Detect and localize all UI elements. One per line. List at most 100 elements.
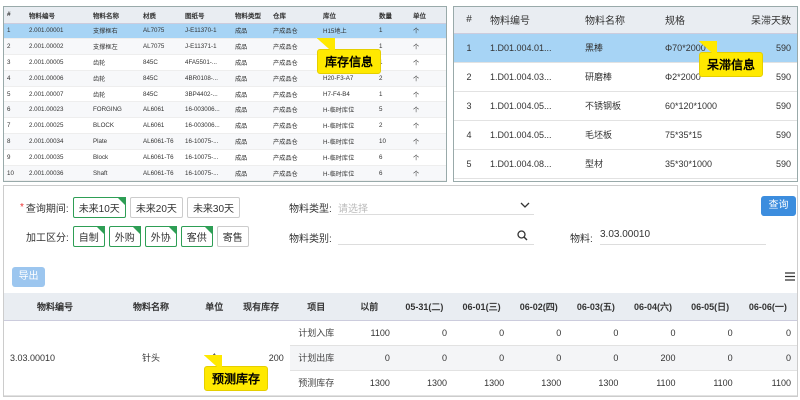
forecast-col-header: 物料名称 bbox=[106, 293, 196, 321]
inventory-cell: 1 bbox=[376, 54, 410, 71]
period-20-days[interactable]: 未来20天 bbox=[129, 197, 183, 218]
inventory-col-header: 仓库 bbox=[270, 7, 320, 24]
stagnant-header-row: # 物料编号 物料名称 规格 呆滞天数 bbox=[454, 7, 797, 34]
inventory-cell: 2.001.00023 bbox=[26, 101, 90, 119]
inventory-cell: 个 bbox=[410, 70, 446, 87]
process-purchased[interactable]: 外购 bbox=[108, 226, 141, 247]
inventory-cell: 3 bbox=[4, 54, 26, 71]
inventory-cell: 16-003006... bbox=[182, 101, 232, 119]
stagnant-cell: 1.D01.004.11... bbox=[484, 178, 579, 181]
inventory-row[interactable]: 1 2.001.00001 支撑框右 AL7075 J-E11370-1 成品 产成品仓 H1… bbox=[4, 23, 446, 40]
inventory-cell: J-E11371-1 bbox=[182, 38, 232, 56]
stagnant-cell: 75*35*15 bbox=[659, 120, 739, 150]
stagnant-cell: 1.D01.004.05... bbox=[484, 91, 579, 121]
inventory-cell: AL6061 bbox=[140, 101, 182, 119]
inventory-callout: 库存信息 bbox=[317, 38, 382, 74]
forecast-value-cell: 0 bbox=[681, 320, 739, 346]
menu-icon[interactable] bbox=[785, 272, 795, 281]
inventory-cell: 1 bbox=[376, 38, 410, 56]
stagnant-cell: 型材 bbox=[579, 149, 659, 179]
inventory-cell: 个 bbox=[410, 101, 446, 119]
stagnant-cell: 5 bbox=[454, 149, 484, 179]
inventory-cell: 845C bbox=[140, 70, 182, 87]
forecast-col-header: 项目 bbox=[289, 293, 343, 321]
category-input[interactable] bbox=[338, 227, 534, 245]
type-placeholder: 请选择 bbox=[338, 204, 368, 215]
process-customer-supplied[interactable]: 客供 bbox=[180, 226, 213, 247]
forecast-item-cell: 计划出库 bbox=[289, 345, 343, 371]
inventory-cell: 10 bbox=[376, 133, 410, 150]
export-button[interactable]: 导出 bbox=[12, 267, 45, 287]
inventory-cell: 成品 bbox=[232, 54, 270, 71]
inventory-cell: 成品 bbox=[232, 117, 270, 135]
inventory-col-header: 物料名称 bbox=[90, 7, 140, 24]
stagnant-row[interactable]: 3 1.D01.004.05... 不锈钢板 60*120*1000 590 bbox=[454, 91, 797, 121]
forecast-value-cell: 1100 bbox=[681, 370, 739, 396]
inventory-cell: Plate bbox=[90, 133, 140, 150]
forecast-value-cell: 1100 bbox=[738, 370, 797, 396]
inventory-row[interactable]: 8 2.001.00034 Plate AL6061-T6 16-10075-... 成品… bbox=[4, 133, 446, 150]
inventory-cell: AL6061-T6 bbox=[140, 133, 182, 150]
inventory-cell: 个 bbox=[410, 23, 446, 40]
inventory-cell: FORGING bbox=[90, 101, 140, 119]
inventory-cell: 齿轮 bbox=[90, 70, 140, 87]
inventory-cell: 5 bbox=[376, 101, 410, 119]
inventory-cell: 2.001.00034 bbox=[26, 133, 90, 150]
inventory-cell: 产成品仓 bbox=[270, 133, 320, 150]
stagnant-cell: 590 bbox=[739, 149, 797, 179]
inventory-cell: H-临时库位 bbox=[320, 101, 376, 119]
forecast-col-header: 以前 bbox=[342, 293, 396, 321]
period-label: 查询期间: bbox=[25, 204, 69, 215]
inventory-cell: 2.001.00002 bbox=[26, 38, 90, 56]
stagnant-row[interactable]: 5 1.D01.004.08... 型材 35*30*1000 590 bbox=[454, 149, 797, 179]
inventory-col-header: 数量 bbox=[376, 7, 410, 24]
process-self-made[interactable]: 自制 bbox=[72, 226, 105, 247]
period-filter: * 查询期间: 未来10天 未来20天 未来30天 bbox=[20, 197, 244, 218]
stagnant-cell: 黑棒 bbox=[579, 33, 659, 63]
inventory-row[interactable]: 10 2.001.00036 Shaft AL6061-T6 16-10075-... 成… bbox=[4, 165, 446, 181]
inventory-cell: 2.001.00001 bbox=[26, 23, 90, 40]
inventory-cell: 2 bbox=[376, 117, 410, 135]
inventory-cell: 10 bbox=[4, 165, 26, 181]
inventory-cell: H15地上 bbox=[320, 23, 376, 40]
inventory-cell: 个 bbox=[410, 86, 446, 103]
inventory-cell: 产成品仓 bbox=[270, 101, 320, 119]
inventory-row[interactable]: 5 2.001.00007 齿轮 845C 3BP4402-... 成品 产成品仓 H7-F4… bbox=[4, 86, 446, 103]
stagnant-row[interactable]: 61.D01.004.11...黑棒Φ25*2000590 bbox=[454, 178, 797, 181]
inventory-cell: 6 bbox=[376, 149, 410, 166]
forecast-value-cell: 0 bbox=[624, 320, 682, 346]
process-consignment[interactable]: 寄售 bbox=[216, 226, 249, 247]
stagnant-cell: 研磨棒 bbox=[579, 62, 659, 92]
inventory-row[interactable]: 7 2.001.00025 BLOCK AL6061 16-003006... 成品 产成品… bbox=[4, 117, 446, 135]
inventory-row[interactable]: 6 2.001.00023 FORGING AL6061 16-003006... 成品产… bbox=[4, 101, 446, 119]
forecast-table: 物料编号 物料名称 单位 现有库存 项目 以前 05-31(二) 06-01(三) 06-02(… bbox=[4, 293, 797, 396]
forecast-value-cell: 1100 bbox=[342, 320, 396, 346]
inventory-cell: 成品 bbox=[232, 86, 270, 103]
forecast-panel: * 查询期间: 未来10天 未来20天 未来30天 加工区分: 自制 外购 外协… bbox=[3, 185, 798, 397]
inventory-cell: H-临时库位 bbox=[320, 117, 376, 135]
stagnant-col-header: 呆滞天数 bbox=[739, 7, 797, 34]
material-input[interactable]: 3.03.00010 bbox=[600, 227, 766, 245]
process-outsourced[interactable]: 外协 bbox=[144, 226, 177, 247]
forecast-col-header: 单位 bbox=[195, 293, 233, 321]
stagnant-col-header: # bbox=[454, 7, 484, 34]
forecast-col-header: 06-06(一) bbox=[738, 293, 797, 321]
type-select[interactable]: 请选择 bbox=[338, 197, 534, 215]
inventory-row[interactable]: 4 2.001.00006 齿轮 845C 4BR0108-... 成品 产成品仓 H20-F… bbox=[4, 70, 446, 87]
period-30-days[interactable]: 未来30天 bbox=[186, 197, 241, 218]
stagnant-row[interactable]: 4 1.D01.004.05... 毛坯板 75*35*15 590 bbox=[454, 120, 797, 150]
inventory-cell: 齿轮 bbox=[90, 54, 140, 71]
period-10-days[interactable]: 未来10天 bbox=[72, 197, 126, 218]
stagnant-panel: # 物料编号 物料名称 规格 呆滞天数 1 1.D01.004.01... 黑棒 Φ70*20… bbox=[453, 6, 798, 182]
stagnant-callout: 呆滞信息 bbox=[699, 41, 764, 77]
stagnant-cell: 1.D01.004.05... bbox=[484, 120, 579, 150]
query-button[interactable]: 查询 bbox=[761, 196, 796, 216]
forecast-col-header: 06-04(六) bbox=[624, 293, 682, 321]
chevron-down-icon bbox=[520, 202, 530, 208]
inventory-row[interactable]: 9 2.001.00035 Block AL6061-T6 16-10075-... 成品… bbox=[4, 149, 446, 166]
forecast-col-header: 现有库存 bbox=[232, 293, 290, 321]
inventory-table: # 物料编号 物料名称 材质 图纸号 物料类型 仓库 库位 数量 单位 1 2.001.00001 支… bbox=[4, 7, 446, 181]
forecast-header-row: 物料编号 物料名称 单位 现有库存 项目 以前 05-31(二) 06-01(三) 06-02(… bbox=[4, 293, 797, 321]
inventory-cell: 成品 bbox=[232, 133, 270, 150]
forecast-value-cell: 0 bbox=[452, 345, 511, 371]
